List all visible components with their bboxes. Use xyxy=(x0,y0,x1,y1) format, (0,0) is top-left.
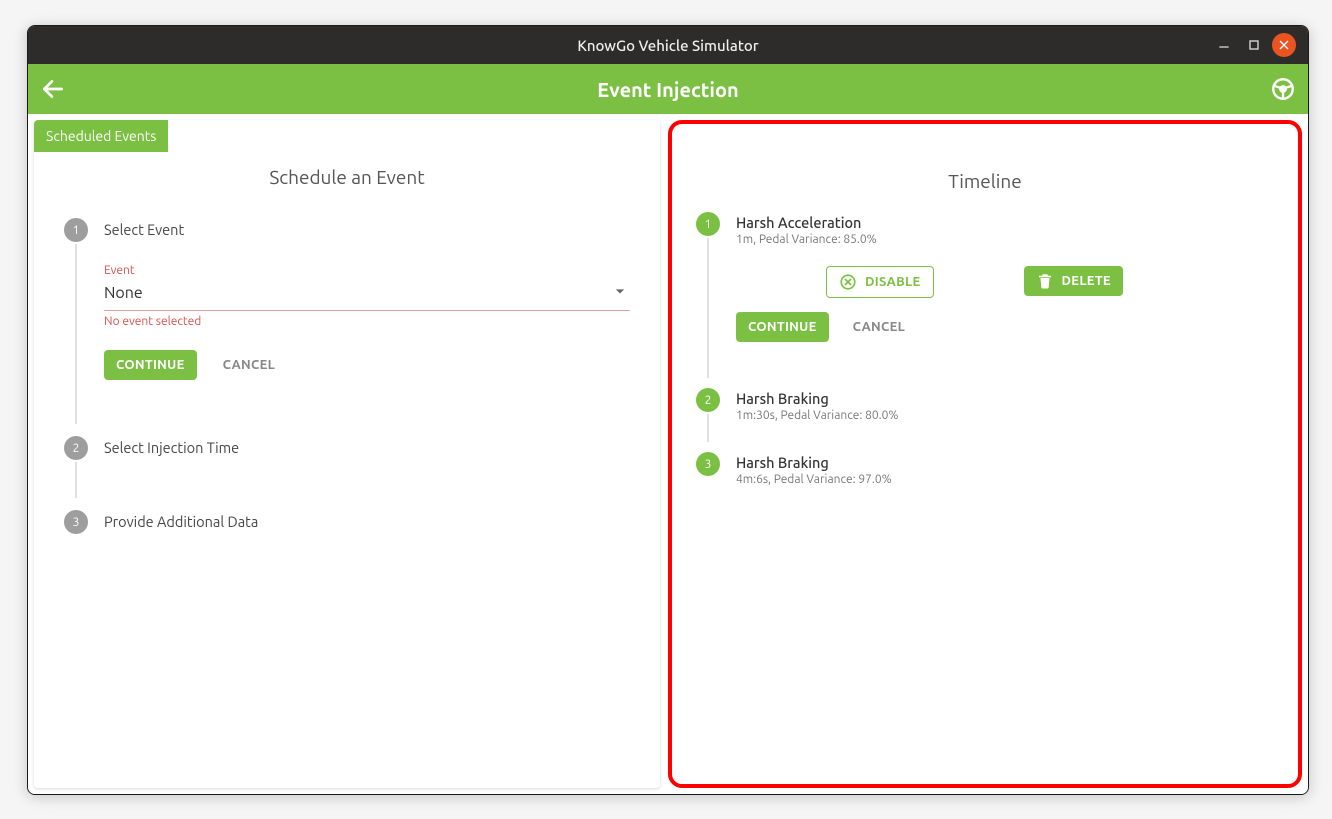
cancel-button-label: CANCEL xyxy=(223,358,275,372)
event-select-value: None xyxy=(104,284,143,302)
step-select-time[interactable]: 2 Select Injection Time xyxy=(64,436,630,500)
maximize-icon xyxy=(1246,37,1262,53)
close-icon xyxy=(1276,37,1292,53)
schedule-stepper: 1 Select Event Event None xyxy=(64,218,630,544)
continue-button-label: CONTINUE xyxy=(116,358,185,372)
continue-button[interactable]: CONTINUE xyxy=(104,350,197,380)
timeline-item-title: Harsh Braking xyxy=(736,390,1274,407)
step-2-badge: 2 xyxy=(64,436,88,460)
step-1-badge: 1 xyxy=(64,218,88,242)
step-3-label: Provide Additional Data xyxy=(104,513,630,530)
timeline-item-detail: 1m, Pedal Variance: 85.0% xyxy=(736,233,1274,246)
event-select[interactable]: None xyxy=(104,277,630,311)
close-button[interactable] xyxy=(1272,33,1296,57)
timeline-item-detail: 4m:6s, Pedal Variance: 97.0% xyxy=(736,473,1274,486)
delete-button[interactable]: DELETE xyxy=(1024,266,1123,296)
cancel-button[interactable]: CANCEL xyxy=(211,350,287,380)
timeline-item-title: Harsh Acceleration xyxy=(736,214,1274,231)
delete-button-label: DELETE xyxy=(1062,274,1111,288)
event-field-label: Event xyxy=(104,264,630,277)
step-2-label: Select Injection Time xyxy=(104,439,630,456)
back-button[interactable] xyxy=(40,64,66,114)
step-1-label: Select Event xyxy=(104,221,630,238)
page-title: Event Injection xyxy=(597,78,738,101)
timeline-badge-2: 2 xyxy=(696,388,720,412)
timeline-connector xyxy=(707,414,709,442)
step-connector xyxy=(75,244,77,424)
window-title: KnowGo Vehicle Simulator xyxy=(577,37,758,54)
timeline-badge-1: 1 xyxy=(696,212,720,236)
step-connector xyxy=(75,462,77,498)
timeline-badge-3: 3 xyxy=(696,452,720,476)
timeline-continue-button[interactable]: CONTINUE xyxy=(736,312,829,342)
titlebar: KnowGo Vehicle Simulator xyxy=(28,26,1308,64)
step-select-event: 1 Select Event Event None xyxy=(64,218,630,426)
tab-scheduled-events[interactable]: Scheduled Events xyxy=(34,120,168,152)
app-window: KnowGo Vehicle Simulator Event Injection xyxy=(27,25,1309,795)
disable-button[interactable]: DISABLE xyxy=(826,266,934,298)
step-3-badge: 3 xyxy=(64,510,88,534)
maximize-button[interactable] xyxy=(1242,33,1266,57)
timeline-panel: Timeline 1 Harsh Acceleration 1m, Pedal … xyxy=(668,120,1302,788)
minimize-button[interactable] xyxy=(1212,33,1236,57)
minimize-icon xyxy=(1216,37,1232,53)
timeline-item-detail: 1m:30s, Pedal Variance: 80.0% xyxy=(736,409,1274,422)
disable-button-label: DISABLE xyxy=(865,275,921,289)
timeline-cancel-label: CANCEL xyxy=(853,320,905,334)
step-additional-data[interactable]: 3 Provide Additional Data xyxy=(64,510,630,534)
timeline-panel-title: Timeline xyxy=(672,170,1298,192)
steering-wheel-button[interactable] xyxy=(1270,64,1296,114)
timeline-item-title: Harsh Braking xyxy=(736,454,1274,471)
tab-label: Scheduled Events xyxy=(46,128,156,144)
timeline-item[interactable]: 2 Harsh Braking 1m:30s, Pedal Variance: … xyxy=(696,388,1274,444)
timeline-list: 1 Harsh Acceleration 1m, Pedal Variance:… xyxy=(696,212,1274,494)
steering-wheel-icon xyxy=(1270,76,1296,102)
disable-icon xyxy=(839,273,857,291)
window-controls xyxy=(1212,26,1302,64)
chevron-down-icon xyxy=(610,281,630,304)
timeline-connector xyxy=(707,238,709,378)
schedule-panel-title: Schedule an Event xyxy=(34,166,660,188)
timeline-cancel-button[interactable]: CANCEL xyxy=(841,312,917,342)
arrow-left-icon xyxy=(40,76,66,102)
content-area: Scheduled Events Schedule an Event 1 Sel… xyxy=(28,114,1308,794)
trash-icon xyxy=(1036,272,1054,290)
schedule-panel: Scheduled Events Schedule an Event 1 Sel… xyxy=(34,120,660,788)
tab-row: Scheduled Events xyxy=(34,120,168,152)
timeline-continue-label: CONTINUE xyxy=(748,320,817,334)
app-header: Event Injection xyxy=(28,64,1308,114)
timeline-item[interactable]: 3 Harsh Braking 4m:6s, Pedal Variance: 9… xyxy=(696,452,1274,486)
event-select-helper: No event selected xyxy=(104,315,630,328)
timeline-item[interactable]: 1 Harsh Acceleration 1m, Pedal Variance:… xyxy=(696,212,1274,380)
